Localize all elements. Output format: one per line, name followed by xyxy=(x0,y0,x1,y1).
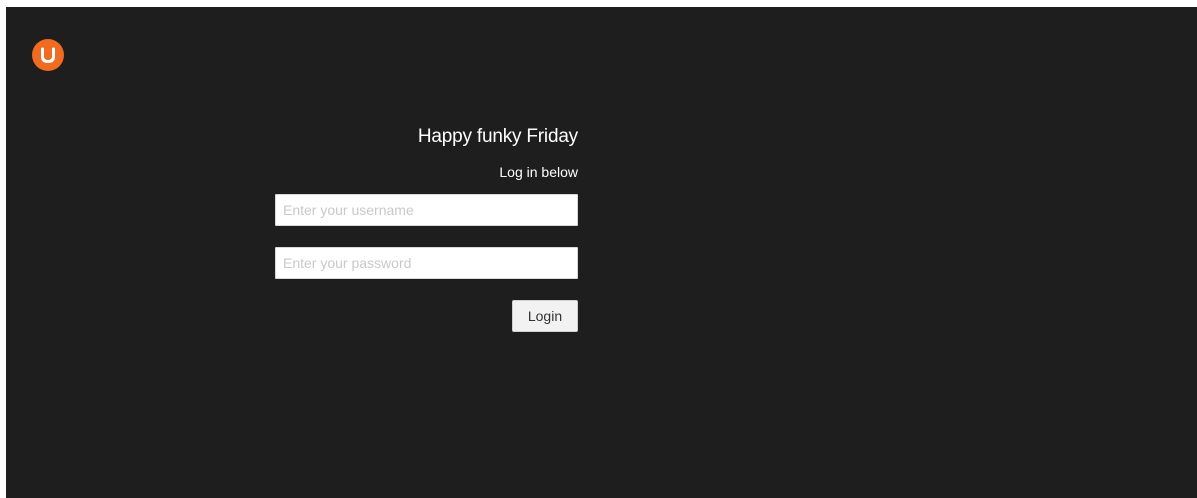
greeting-heading: Happy funky Friday xyxy=(417,126,578,147)
login-screen: Happy funky Friday Log in below Login xyxy=(6,7,1197,498)
umbraco-logo-icon[interactable] xyxy=(32,39,64,71)
login-button[interactable]: Login xyxy=(512,300,578,332)
login-form: Happy funky Friday Log in below Login xyxy=(275,127,578,332)
button-row: Login xyxy=(275,300,578,332)
logo-glyph xyxy=(41,47,55,64)
login-subtitle: Log in below xyxy=(499,164,578,180)
password-input[interactable] xyxy=(275,247,578,279)
username-input[interactable] xyxy=(275,194,578,226)
